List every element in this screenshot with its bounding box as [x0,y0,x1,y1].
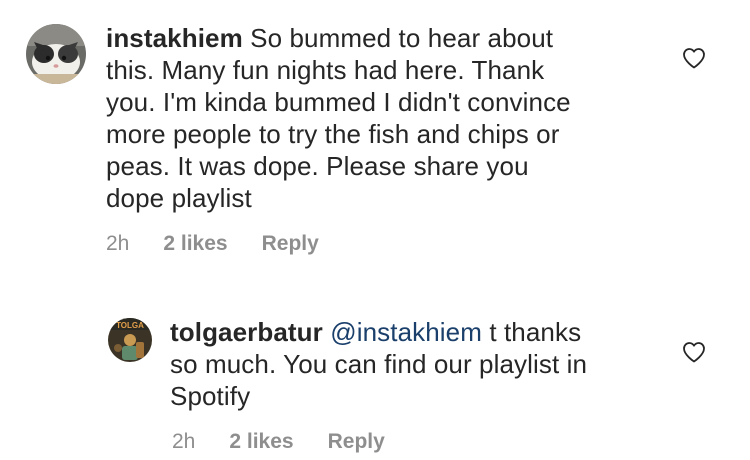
comment-line-text: more people to try the fish and chips or [106,119,560,149]
comment-line-text: t thanks [482,317,582,347]
comment-meta: 2h 2 likes Reply [172,430,385,454]
comment-line: Spotify [170,380,670,412]
reply-button[interactable]: Reply [262,232,319,256]
heart-outline-icon [683,48,705,69]
comment-line-text: so much. You can find our playlist in [170,349,588,379]
comment-line-text: peas. It was dope. Please share you [106,151,529,181]
avatar-label: TOLGA [116,321,144,330]
comment-meta: 2h 2 likes Reply [106,232,319,256]
illustrated-avatar-icon: TOLGA [108,318,152,362]
avatar[interactable] [26,24,86,84]
timestamp[interactable]: 2h [106,232,129,256]
like-button[interactable] [682,47,706,71]
comment-line-text: So bummed to hear about [250,23,554,53]
reply-button[interactable]: Reply [328,430,385,454]
comment-line-text: dope playlist [106,183,252,213]
comment-line-text: Spotify [170,381,251,411]
comment-line-text: you. I'm kinda bummed I didn't convince [106,87,571,117]
avatar[interactable]: TOLGA [108,318,152,362]
like-button[interactable] [682,341,706,365]
username-link[interactable]: instakhiem [106,23,243,53]
cat-photo-avatar-icon [26,24,86,84]
comment-line: this. Many fun nights had here. Thank [106,54,666,86]
comment-text: tolgaerbatur @instakhiem t thanks so muc… [170,316,670,412]
comment-line-text: this. Many fun nights had here. Thank [106,55,545,85]
comment-line: instakhiem So bummed to hear about [106,22,666,54]
heart-outline-icon [683,342,705,363]
timestamp[interactable]: 2h [172,430,195,454]
likes-count[interactable]: 2 likes [163,232,227,256]
comment-line: you. I'm kinda bummed I didn't convince [106,86,666,118]
mention-link[interactable]: @instakhiem [330,317,482,347]
comment-line: so much. You can find our playlist in [170,348,670,380]
comment-line: tolgaerbatur @instakhiem t thanks [170,316,670,348]
comment-text: instakhiem So bummed to hear about this.… [106,22,666,214]
likes-count[interactable]: 2 likes [229,430,293,454]
username-link[interactable]: tolgaerbatur [170,317,323,347]
comment-line: more people to try the fish and chips or [106,118,666,150]
comment-line: dope playlist [106,182,666,214]
comment-line: peas. It was dope. Please share you [106,150,666,182]
